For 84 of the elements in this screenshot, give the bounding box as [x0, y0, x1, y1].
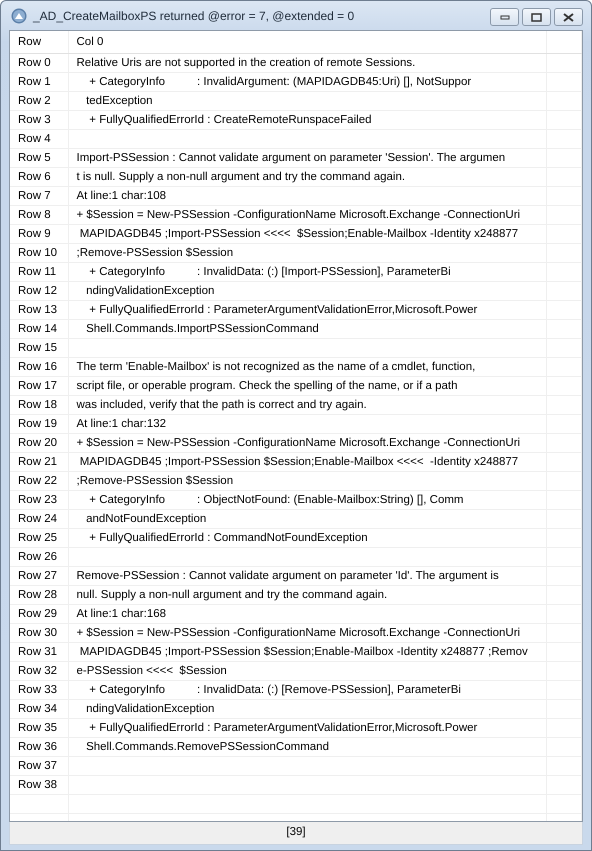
table-cell: + $Session = New-PSSession -ConfigurationName Microsoft.Exchange -ConnectionUri	[76, 208, 520, 220]
table-cell-text: + CategoryInfo : InvalidData: (:) [Import-PSSession], ParameterBi	[88, 266, 451, 278]
row-label: Row 30	[18, 626, 57, 638]
row-label: Row 18	[18, 398, 57, 410]
table-cell-text: ndingValidationException	[85, 702, 214, 714]
row-label: Row 37	[18, 760, 57, 772]
row-label: Row 34	[18, 702, 57, 714]
row-label: Row 12	[18, 284, 57, 296]
row-label: Row 1	[18, 76, 51, 88]
table-cell: script file, or operable program. Check the spelling of the name, or if a path	[76, 380, 458, 392]
row-label: Row 22	[18, 474, 57, 486]
table-cell-text: Shell.Commands.ImportPSSessionCommand	[85, 322, 319, 334]
table-cell: ;Remove-PSSession $Session	[76, 246, 234, 258]
close-icon	[563, 12, 574, 22]
table-cell: Import-PSSession : Cannot validate argument on parameter 'Session'. The argumen	[76, 152, 506, 164]
row-label: Row 33	[18, 684, 57, 696]
table-cell-text: + CategoryInfo : ObjectNotFound: (Enable-Mailbox:String) [], Comm	[88, 494, 464, 506]
app-icon	[11, 8, 27, 24]
row-label: Row 6	[18, 170, 51, 182]
table-cell: e-PSSession <<<< $Session	[76, 664, 227, 676]
row-label: Row 32	[18, 664, 57, 676]
table-cell: was included, verify that the path is correct and try again.	[76, 398, 367, 410]
table-cell: Relative Uris are not supported in the creation of remote Sessions.	[76, 56, 416, 68]
minimize-icon	[500, 14, 510, 20]
minimize-button[interactable]	[490, 8, 519, 26]
table-cell: null. Supply a non-null argument and try the command again.	[76, 588, 388, 600]
row-label: Row 28	[18, 588, 57, 600]
row-label: Row 23	[18, 494, 57, 506]
row-label: Row 14	[18, 322, 57, 334]
table-cell: At line:1 char:168	[76, 608, 166, 620]
row-label: Row 11	[18, 266, 56, 278]
table-cell-text: tedException	[85, 94, 153, 106]
row-label: Row 26	[18, 550, 57, 562]
row-label: Row 0	[18, 56, 51, 68]
row-label: Row 13	[18, 304, 57, 316]
row-label: Row 8	[18, 208, 51, 220]
table-cell-text: + CategoryInfo : InvalidArgument: (MAPIDAGDB45:Uri) [], NotSuppor	[88, 76, 472, 88]
row-label: Row 16	[18, 360, 57, 372]
table-cell-text: MAPIDAGDB45 ;Import-PSSession $Session;Enable-Mailbox -Identity x248877 ;Remov	[78, 646, 528, 658]
column-header[interactable]: Col 0	[76, 36, 104, 48]
row-label: Row 3	[18, 114, 51, 126]
status-text: [39]	[286, 825, 306, 840]
table-cell-text: + CategoryInfo : InvalidData: (:) [Remove-PSSession], ParameterBi	[88, 684, 461, 696]
window-title: _AD_CreateMailboxPS returned @error = 7, @extended = 0	[33, 8, 354, 24]
maximize-button[interactable]	[522, 8, 551, 26]
row-label: Row 25	[18, 532, 57, 544]
table-cell-text: + FullyQualifiedErrorId : ParameterArgumentValidationError,Microsoft.Power	[88, 304, 478, 316]
row-label: Row 5	[18, 152, 51, 164]
table-cell: Remove-PSSession : Cannot validate argument on parameter 'Id'. The argument is	[76, 570, 499, 582]
table-cell: ;Remove-PSSession $Session	[76, 474, 234, 486]
row-label: Row 2	[18, 94, 51, 106]
table-cell: + $Session = New-PSSession -ConfigurationName Microsoft.Exchange -ConnectionUri	[76, 626, 520, 638]
row-label: Row 7	[18, 190, 51, 202]
row-label: Row 35	[18, 722, 57, 734]
row-label: Row 29	[18, 608, 57, 620]
row-label: Row 36	[18, 740, 57, 752]
row-label: Row 19	[18, 418, 57, 430]
row-label: Row 27	[18, 570, 57, 582]
row-label: Row 10	[18, 246, 57, 258]
row-label: Row 38	[18, 778, 57, 790]
table-cell-text: ndingValidationException	[85, 284, 214, 296]
row-label: Row 20	[18, 436, 57, 448]
table-cell-text: + FullyQualifiedErrorId : ParameterArgumentValidationError,Microsoft.Power	[88, 722, 478, 734]
row-label: Row 24	[18, 512, 57, 524]
row-label: Row 15	[18, 342, 57, 354]
maximize-icon	[531, 12, 542, 22]
table-cell: The term 'Enable-Mailbox' is not recognized as the name of a cmdlet, function,	[76, 360, 476, 372]
column-header[interactable]: Row	[18, 36, 42, 48]
close-button[interactable]	[554, 8, 583, 26]
table-cell-text: MAPIDAGDB45 ;Import-PSSession <<<< $Session;Enable-Mailbox -Identity x248877	[78, 228, 518, 240]
table-cell-text: Shell.Commands.RemovePSSessionCommand	[85, 740, 329, 752]
row-label: Row 31	[18, 646, 57, 658]
row-label: Row 21	[18, 456, 57, 468]
row-label: Row 4	[18, 132, 51, 144]
table-cell-text: + FullyQualifiedErrorId : CommandNotFoundException	[88, 532, 368, 544]
table-cell: + $Session = New-PSSession -ConfigurationName Microsoft.Exchange -ConnectionUri	[76, 436, 520, 448]
row-label: Row 17	[18, 380, 57, 392]
table-cell-text: + FullyQualifiedErrorId : CreateRemoteRunspaceFailed	[88, 114, 372, 126]
table-cell-text: MAPIDAGDB45 ;Import-PSSession $Session;Enable-Mailbox <<<< -Identity x248877	[78, 456, 518, 468]
row-label: Row 9	[18, 228, 51, 240]
table-cell-text: andNotFoundException	[85, 512, 206, 524]
table-cell: At line:1 char:108	[76, 190, 166, 202]
table-cell: t is null. Supply a non-null argument and try the command again.	[76, 170, 406, 182]
table-cell: At line:1 char:132	[76, 418, 166, 430]
